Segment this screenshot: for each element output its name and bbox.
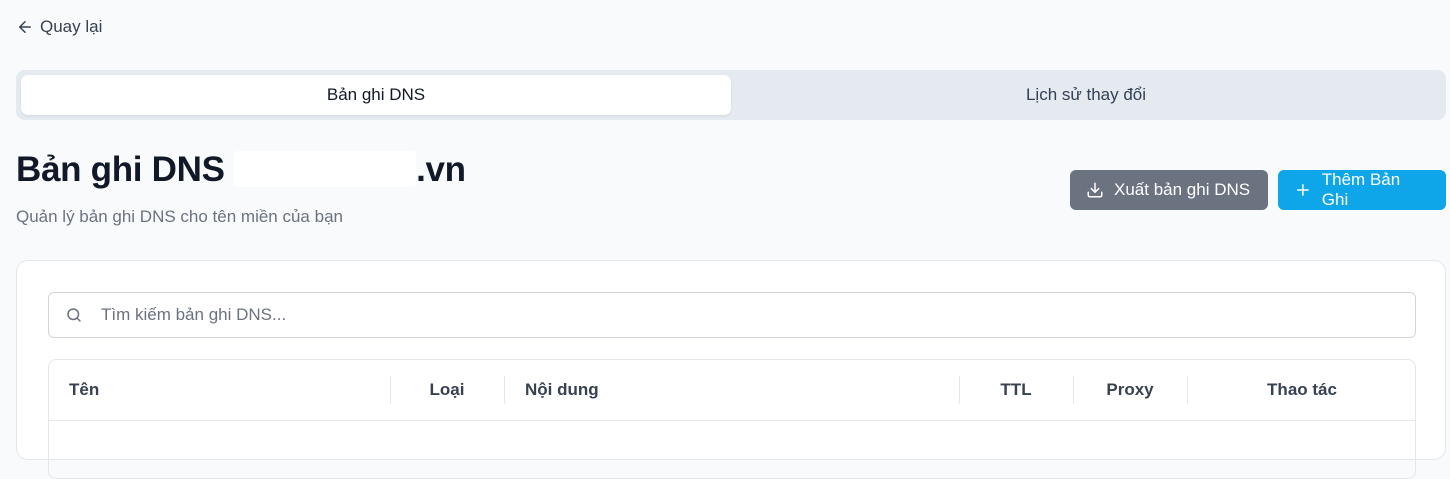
plus-icon — [1296, 184, 1309, 196]
page-title: Bản ghi DNS .vn — [16, 150, 466, 190]
search-icon — [67, 308, 81, 322]
add-record-label: Thêm Bản Ghi — [1321, 170, 1401, 209]
tab-dns-records[interactable]: Bản ghi DNS — [21, 75, 731, 115]
page-title-prefix: Bản ghi DNS — [16, 150, 225, 189]
back-label: Quay lại — [40, 17, 103, 36]
dns-records-table: Tên Loại Nội dung TTL Proxy Thao tác — [48, 359, 1416, 479]
column-header-proxy[interactable]: Proxy — [1074, 360, 1186, 420]
column-header-content[interactable]: Nội dung — [525, 360, 925, 420]
column-header-actions: Thao tác — [1267, 380, 1337, 399]
export-dns-label: Xuất bản ghi DNS — [1114, 180, 1251, 199]
tab-bar: Bản ghi DNS Lịch sử thay đổi — [16, 70, 1446, 120]
export-dns-button[interactable]: Xuất bản ghi DNS — [1070, 170, 1268, 210]
add-record-button[interactable]: Thêm Bản Ghi — [1278, 170, 1446, 210]
column-header-ttl[interactable]: TTL — [960, 360, 1072, 420]
page-title-suffix: .vn — [416, 150, 466, 189]
column-header-type[interactable]: Loại — [391, 360, 503, 420]
search-input[interactable] — [99, 304, 1415, 326]
download-icon — [1087, 182, 1103, 198]
table-header: Tên Loại Nội dung TTL Proxy Thao tác — [49, 360, 1415, 421]
dns-records-card: Tên Loại Nội dung TTL Proxy Thao tác — [16, 260, 1446, 479]
column-header-name[interactable]: Tên — [69, 360, 369, 420]
redacted-domain — [234, 151, 417, 187]
back-link[interactable]: Quay lại — [16, 17, 102, 37]
column-divider — [504, 376, 505, 404]
page-subtitle: Quản lý bản ghi DNS cho tên miền của bạn — [16, 207, 343, 226]
arrow-left-icon — [19, 21, 31, 33]
tab-change-history[interactable]: Lịch sử thay đổi — [731, 75, 1441, 115]
search-box[interactable] — [48, 292, 1416, 338]
